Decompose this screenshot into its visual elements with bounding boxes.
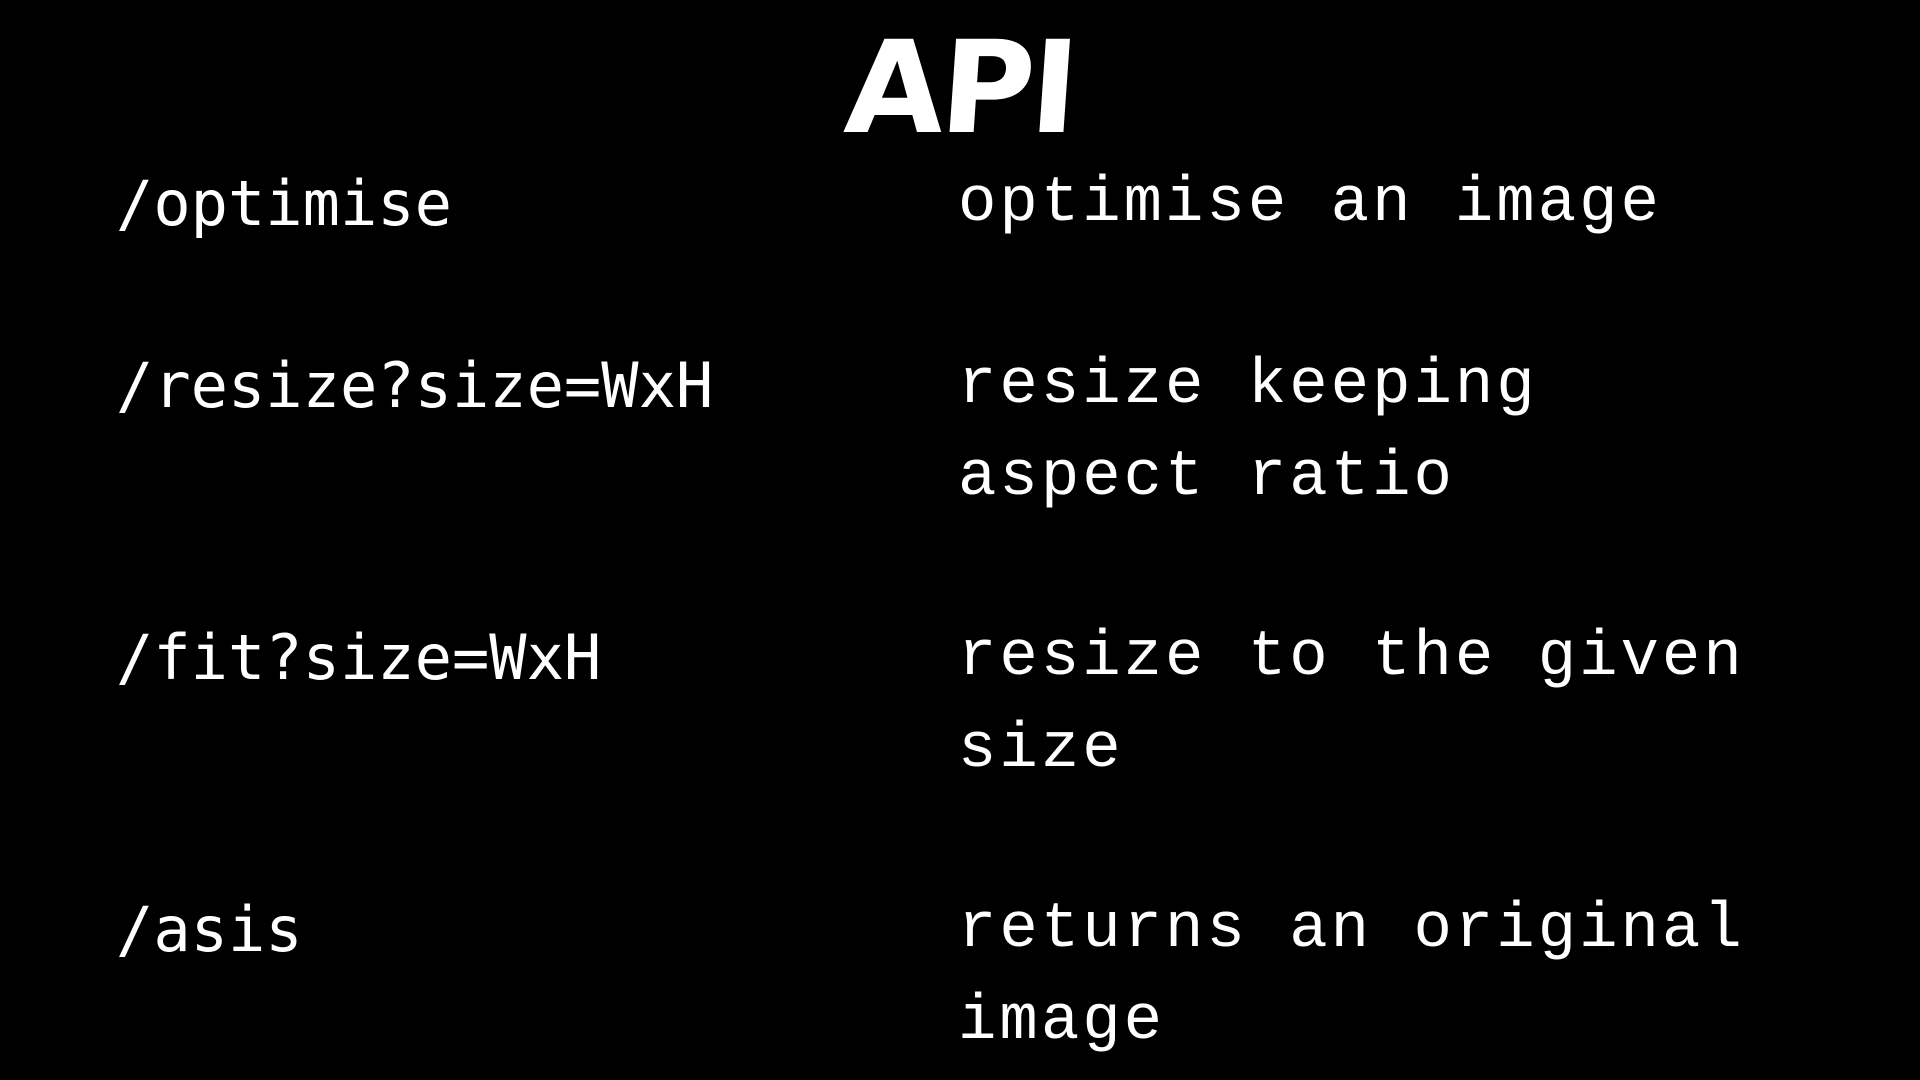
endpoint-path: /resize?size=WxH — [116, 349, 714, 422]
endpoint-path: /asis — [116, 893, 303, 966]
slide-title: API — [840, 14, 1080, 163]
endpoint-description: resize to the given size — [958, 622, 1745, 786]
endpoint-description: returns an original image — [958, 894, 1745, 1058]
endpoint-description: optimise an image — [958, 168, 1662, 240]
endpoint-path: /optimise — [116, 167, 452, 240]
endpoint-description: resize keeping aspect ratio — [958, 350, 1538, 514]
slide: API /optimise optimise an image /resize?… — [0, 0, 1920, 1080]
endpoint-path: /fit?size=WxH — [116, 621, 602, 694]
